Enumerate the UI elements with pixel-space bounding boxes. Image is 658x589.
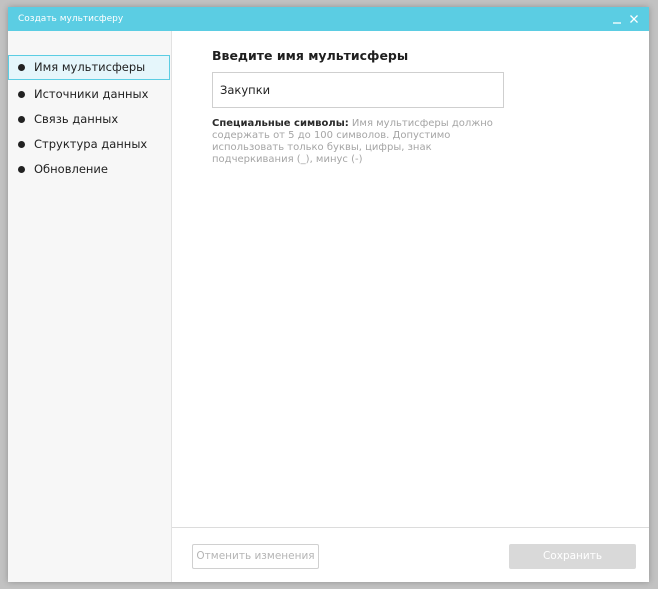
bullet-icon [18,91,25,98]
main-panel: Введите имя мультисферы Специальные симв… [172,31,649,527]
footer: Отменить изменения Сохранить [172,527,649,582]
bullet-icon [18,166,25,173]
bullet-icon [18,141,25,148]
create-multisphere-dialog: Создать мультисферу Имя мультисферы Исто… [8,7,649,582]
hint-label: Специальные символы: [212,118,349,129]
multisphere-name-input[interactable] [212,72,504,108]
minimize-button[interactable] [610,11,624,25]
bullet-icon [18,64,25,71]
field-title: Введите имя мультисферы [212,48,409,63]
sidebar-item-label: Связь данных [34,112,119,126]
titlebar: Создать мультисферу [8,7,649,31]
sidebar-item-data-link[interactable]: Связь данных [8,107,170,132]
sidebar-item-data-sources[interactable]: Источники данных [8,82,170,107]
hint-text: Специальные символы: Имя мультисферы дол… [212,118,504,166]
close-icon [630,15,638,23]
bullet-icon [18,116,25,123]
window-title: Создать мультисферу [18,14,124,24]
sidebar-item-label: Структура данных [34,137,148,151]
save-button[interactable]: Сохранить [509,544,636,569]
sidebar-item-data-structure[interactable]: Структура данных [8,132,170,157]
sidebar: Имя мультисферы Источники данных Связь д… [8,31,172,582]
minus-icon [613,22,621,24]
close-button[interactable] [627,11,641,25]
sidebar-item-label: Имя мультисферы [34,60,146,74]
reset-changes-button[interactable]: Отменить изменения [192,544,319,569]
sidebar-item-name[interactable]: Имя мультисферы [8,55,170,80]
sidebar-item-label: Источники данных [34,87,149,101]
sidebar-item-label: Обновление [34,162,108,176]
sidebar-item-update[interactable]: Обновление [8,157,170,182]
